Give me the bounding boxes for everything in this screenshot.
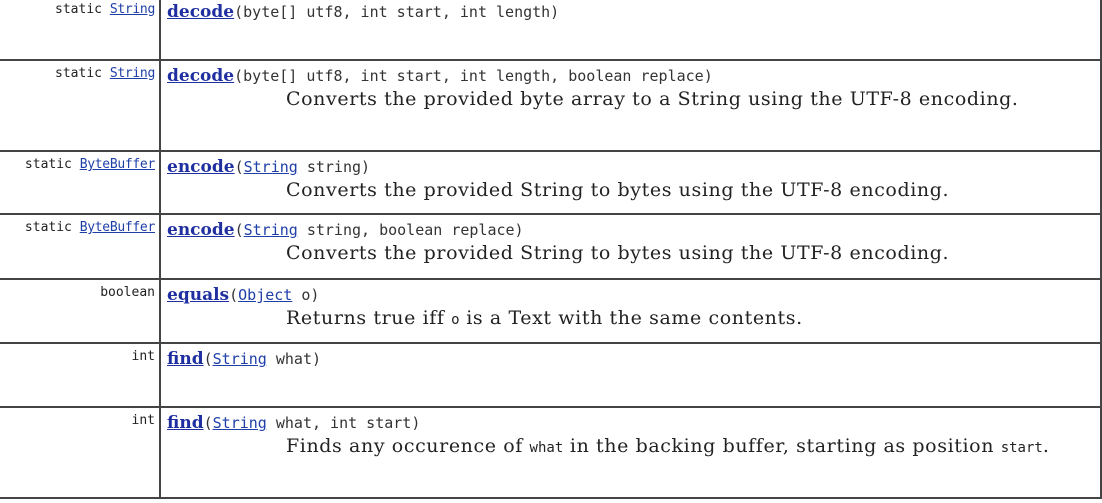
method-link[interactable]: find [167, 413, 204, 433]
modifier-cell: static String [0, 0, 161, 59]
description-text: . [1042, 435, 1050, 457]
params-text: what) [266, 350, 322, 368]
method-cell: equals(Object o) Returns true iff o is a… [161, 280, 1100, 342]
table-row: int find(String what, int start) Finds a… [0, 408, 1100, 499]
method-description: Converts the provided byte array to a St… [286, 88, 1019, 110]
table-row: static String decode(byte[] utf8, int st… [0, 61, 1100, 152]
params-text: (byte[] utf8, int start, int length) [234, 3, 560, 21]
method-link[interactable]: find [167, 349, 204, 369]
method-signature: decode(byte[] utf8, int start, int lengt… [167, 2, 1100, 22]
params-text: what, int start) [266, 414, 421, 432]
return-type-link[interactable]: ByteBuffer [80, 220, 156, 235]
return-type-link[interactable]: ByteBuffer [80, 157, 156, 172]
modifier-cell: boolean [0, 280, 161, 342]
modifier-text: int [131, 349, 155, 364]
param-type-link[interactable]: String [213, 350, 267, 368]
table-row: static String decode(byte[] utf8, int st… [0, 0, 1100, 61]
modifier-text: static [55, 2, 110, 17]
method-signature: encode(String string, boolean replace) [167, 220, 524, 240]
return-type-link[interactable]: String [110, 66, 155, 81]
description-text: Returns true iff [286, 307, 452, 329]
modifier-cell: int [0, 344, 161, 406]
code-text: what [529, 440, 564, 456]
modifier-text: static [24, 220, 80, 235]
table-row: int find(String what) [0, 344, 1100, 408]
description-text: Finds any occurence of [286, 435, 530, 457]
method-cell: encode(String string) Converts the provi… [161, 152, 1100, 213]
method-cell: decode(byte[] utf8, int start, int lengt… [161, 61, 1100, 150]
table-row: static ByteBuffer encode(String string, … [0, 215, 1100, 280]
description-text: in the backing buffer, starting as posit… [563, 435, 1001, 457]
method-link[interactable]: decode [167, 2, 234, 22]
modifier-text: static [24, 157, 80, 172]
method-summary-table: static String decode(byte[] utf8, int st… [0, 0, 1102, 499]
code-text: o [451, 312, 460, 328]
description-text: is a Text with the same contents. [459, 307, 803, 329]
method-link[interactable]: decode [167, 66, 234, 86]
param-type-link[interactable]: String [244, 158, 298, 176]
method-cell: decode(byte[] utf8, int start, int lengt… [161, 0, 1100, 59]
method-description: Converts the provided String to bytes us… [286, 242, 950, 264]
code-text: start [1000, 440, 1043, 456]
method-link[interactable]: equals [167, 285, 229, 305]
method-signature: decode(byte[] utf8, int start, int lengt… [167, 66, 1100, 86]
method-cell: encode(String string, boolean replace) C… [161, 215, 1100, 278]
return-type-link[interactable]: String [110, 2, 155, 17]
method-signature: equals(Object o) [167, 285, 320, 305]
param-type-link[interactable]: Object [238, 286, 292, 304]
method-signature: find(String what, int start) [167, 413, 421, 433]
param-type-link[interactable]: String [244, 221, 298, 239]
params-text: string, boolean replace) [297, 221, 524, 239]
modifier-cell: static ByteBuffer [0, 152, 161, 213]
modifier-text: boolean [100, 285, 155, 300]
param-type-link[interactable]: String [213, 414, 267, 432]
method-description: Finds any occurence of what in the backi… [167, 433, 1100, 462]
modifier-text: int [131, 413, 155, 428]
method-signature: encode(String string) [167, 157, 371, 177]
modifier-text: static [55, 66, 110, 81]
table-row: boolean equals(Object o) Returns true if… [0, 280, 1100, 344]
method-cell: find(String what, int start) Finds any o… [161, 408, 1100, 497]
method-link[interactable]: encode [167, 220, 235, 240]
params-text: (byte[] utf8, int start, int length, boo… [234, 67, 713, 85]
method-cell: find(String what) [161, 344, 1100, 406]
modifier-cell: int [0, 408, 161, 497]
modifier-cell: static ByteBuffer [0, 215, 161, 278]
method-link[interactable]: encode [167, 157, 235, 177]
method-description: Converts the provided String to bytes us… [286, 179, 950, 201]
table-row: static ByteBuffer encode(String string) … [0, 152, 1100, 215]
method-signature: find(String what) [167, 349, 322, 369]
modifier-cell: static String [0, 61, 161, 150]
params-text: o) [292, 286, 320, 304]
method-description: Returns true iff o is a Text with the sa… [167, 305, 1100, 334]
params-text: string) [297, 158, 371, 176]
